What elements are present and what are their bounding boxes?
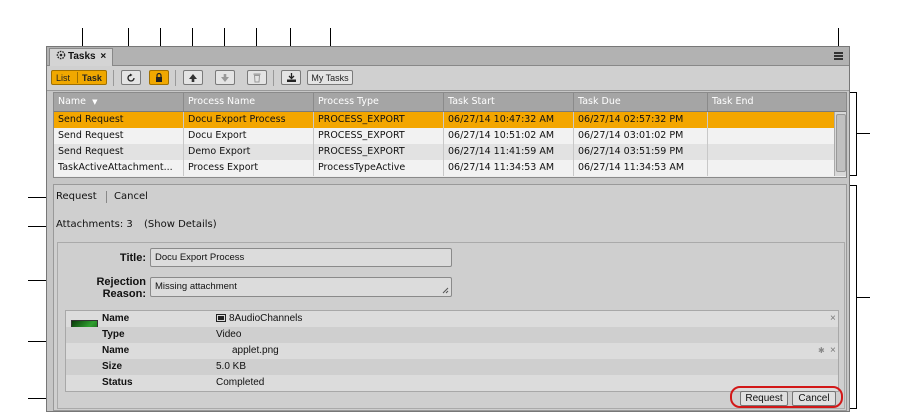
show-details-link[interactable]: (Show Details) [144,219,217,230]
column-header-process-name[interactable]: Process Name [184,93,314,111]
list-item: Status Completed [102,377,265,388]
toolbar: List Task My Tasks [47,66,849,91]
cell-task-due: 06/27/14 11:34:53 AM [574,160,708,176]
pin-icon[interactable]: ✱ [818,343,825,359]
cell-process-name: Docu Export [184,128,314,144]
my-tasks-button[interactable]: My Tasks [307,70,353,85]
rejection-label: Rejection Reason: [96,276,146,300]
title-label: Title: [119,252,146,264]
column-header-process-type[interactable]: Process Type [314,93,444,111]
arrow-down-icon [221,74,229,82]
table-row[interactable]: TaskActiveAttachment... Process Export P… [54,160,834,176]
cell-process-type: PROCESS_EXPORT [314,128,444,144]
cell-task-start: 06/27/14 10:51:02 AM [444,128,574,144]
toggle-divider [77,72,78,83]
remove-attachment-icon[interactable]: × [830,311,836,327]
tasks-window: Tasks × List Task My Tasks Name ▼ Proces… [46,46,850,412]
tab-close-icon[interactable]: × [100,51,106,62]
cell-process-type: PROCESS_EXPORT [314,112,444,128]
move-down-button[interactable] [215,70,235,85]
cell-process-name: Process Export [184,160,314,176]
tab-label: Tasks [68,51,96,62]
cell-task-start: 06/27/14 11:34:53 AM [444,160,574,176]
refresh-button[interactable] [121,70,141,85]
move-up-button[interactable] [183,70,203,85]
cell-name: Send Request [54,112,184,128]
column-header-task-end[interactable]: Task End [708,93,846,111]
list-item[interactable]: Name 8AudioChannels × [66,311,838,327]
request-action-link[interactable]: Request [56,191,97,202]
toolbar-separator [175,70,176,86]
column-header-task-start[interactable]: Task Start [444,93,574,111]
table-row[interactable]: Send Request Docu Export Process PROCESS… [54,112,834,128]
table-row[interactable]: Send Request Demo Export PROCESS_EXPORT … [54,144,834,160]
list-item[interactable]: Name applet.png ✱ × [66,343,838,359]
resize-grip-icon[interactable] [442,287,449,294]
download-tray-icon [286,73,296,82]
arrow-up-icon [189,74,197,82]
export-button[interactable] [281,70,301,85]
scrollbar-thumb[interactable] [836,114,846,172]
remove-attachment-icon[interactable]: × [830,343,836,359]
table-scrollbar[interactable] [834,112,846,176]
attachment-list: Name 8AudioChannels × Type Video Name ap… [65,310,839,392]
column-header-task-due[interactable]: Task Due [574,93,708,111]
callout-line [856,133,870,134]
attachments-count: Attachments: 3 [56,219,133,230]
action-divider [106,191,107,203]
table-header: Name ▼ Process Name Process Type Task St… [54,93,846,112]
cell-task-due: 06/27/14 03:51:59 PM [574,144,708,160]
highlight-ring [730,386,843,408]
cell-task-end [708,144,834,160]
trash-icon [253,73,261,83]
cell-task-end [708,112,834,128]
tasks-table: Name ▼ Process Name Process Type Task St… [53,92,847,178]
lock-icon [156,72,162,82]
cell-name: Send Request [54,144,184,160]
lock-button[interactable] [149,70,169,85]
task-form: Title: Docu Export Process Rejection Rea… [57,242,845,409]
film-strip-icon [216,314,226,322]
cell-task-due: 06/27/14 02:57:32 PM [574,112,708,128]
toggle-task[interactable]: Task [82,71,102,86]
cell-name: TaskActiveAttachment... [54,160,184,176]
cell-task-end [708,128,834,144]
table-row[interactable]: Send Request Docu Export PROCESS_EXPORT … [54,128,834,144]
tab-bar: Tasks × [47,47,849,66]
list-task-toggle[interactable]: List Task [51,70,107,85]
delete-button[interactable] [247,70,267,85]
table-bracket [850,92,857,176]
refresh-icon [127,73,135,82]
cell-process-type: PROCESS_EXPORT [314,144,444,160]
cell-task-end [708,160,834,176]
callout-line [856,297,870,298]
settings-gear-icon [56,50,66,60]
toolbar-separator [113,70,114,86]
cell-task-start: 06/27/14 11:41:59 AM [444,144,574,160]
column-header-name[interactable]: Name ▼ [54,93,184,111]
list-item: Type Video [66,327,838,343]
cell-name: Send Request [54,128,184,144]
cell-task-due: 06/27/14 03:01:02 PM [574,128,708,144]
toolbar-separator [273,70,274,86]
cell-process-name: Docu Export Process [184,112,314,128]
rejection-reason-field[interactable]: Missing attachment [150,277,452,297]
sort-desc-icon: ▼ [92,98,98,106]
page: { "window": { "tab_label": "Tasks", "tab… [0,0,898,412]
cell-task-start: 06/27/14 10:47:32 AM [444,112,574,128]
task-detail-panel: Request Cancel Attachments: 3 (Show Deta… [53,184,847,411]
toggle-list[interactable]: List [56,71,70,86]
cell-process-name: Demo Export [184,144,314,160]
hamburger-menu-icon[interactable] [834,51,843,61]
cell-process-type: ProcessTypeActive [314,160,444,176]
list-item: Size 5.0 KB [66,359,838,375]
cancel-action-link[interactable]: Cancel [114,191,148,202]
tab-tasks[interactable]: Tasks × [49,48,114,66]
title-field[interactable]: Docu Export Process [150,248,452,267]
